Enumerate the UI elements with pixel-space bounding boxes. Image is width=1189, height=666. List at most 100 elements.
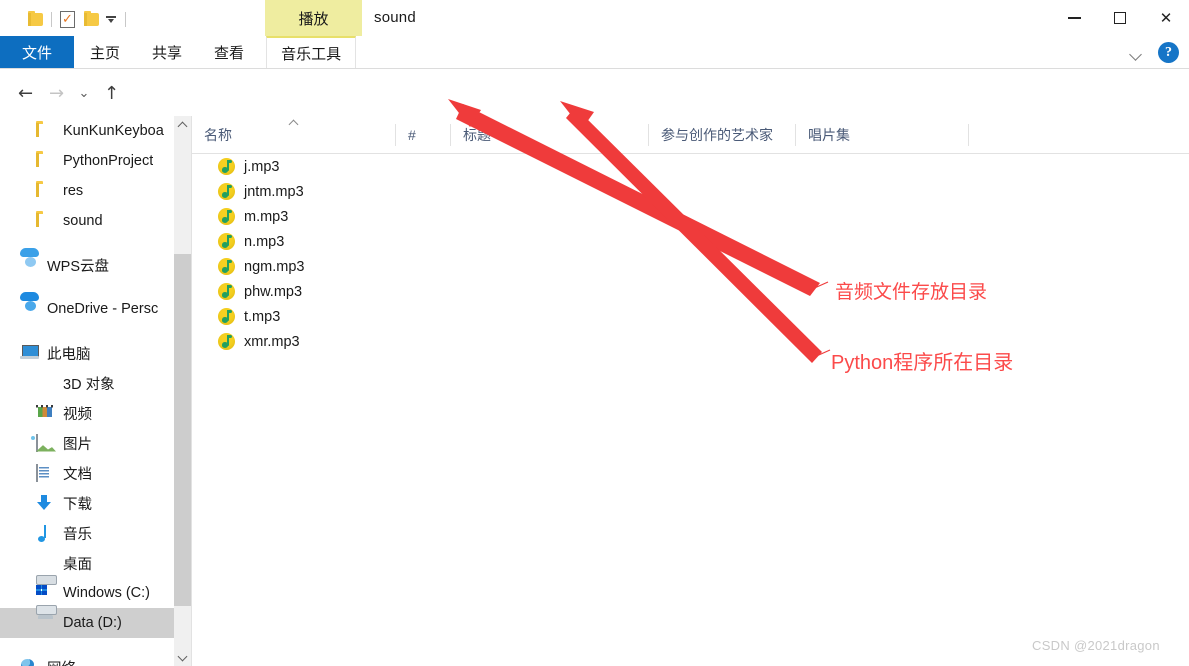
scrollbar-thumb[interactable] [174, 254, 191, 606]
sidebar-item-label: 视频 [63, 406, 92, 423]
table-row[interactable]: j.mp3 [192, 154, 1189, 179]
mp3-file-icon [218, 283, 235, 300]
watermark: CSDN @2021dragon [1032, 638, 1160, 653]
sidebar-item-this-pc[interactable]: 此电脑 [0, 338, 174, 368]
sidebar-item-sound[interactable]: sound [0, 206, 174, 236]
tab-share[interactable]: 共享 [136, 36, 198, 69]
sidebar-item-onedrive[interactable]: OneDrive - Persc [0, 294, 174, 324]
title-bar: ✓ 播放 sound ✕ [0, 0, 1189, 36]
file-name: jntm.mp3 [244, 183, 304, 200]
back-button[interactable]: ← [10, 80, 41, 106]
column-header-track-number[interactable]: # [396, 116, 450, 153]
mp3-file-icon [218, 183, 235, 200]
sidebar-item-label: Windows (C:) [63, 585, 151, 601]
table-row[interactable]: ngm.mp3 [192, 254, 1189, 279]
table-row[interactable]: phw.mp3 [192, 279, 1189, 304]
sidebar-item-videos[interactable]: 视频 [0, 398, 174, 428]
file-name: n.mp3 [244, 233, 285, 250]
mp3-file-icon [218, 308, 235, 325]
tab-view[interactable]: 查看 [198, 36, 260, 69]
column-header-title[interactable]: 标题 [451, 116, 648, 153]
sidebar-item-res[interactable]: res [0, 176, 174, 206]
documents-icon [36, 463, 54, 482]
folder-icon [36, 123, 54, 140]
table-row[interactable]: xmr.mp3 [192, 329, 1189, 354]
sidebar-item-label: 桌面 [63, 556, 92, 573]
annotation-label-python-dir: Python程序所在目录 [831, 352, 1014, 374]
expand-ribbon-icon[interactable] [1128, 45, 1144, 61]
sidebar-item-label: 下载 [63, 496, 92, 513]
sidebar-item-downloads[interactable]: 下载 [0, 488, 174, 518]
drive-icon [36, 615, 54, 632]
table-row[interactable]: n.mp3 [192, 229, 1189, 254]
file-explorer-window: ✓ 播放 sound ✕ 文件 主页 共享 查看 音乐工具 ? ← → ⌄ ↑ … [0, 0, 1189, 666]
file-name: j.mp3 [244, 158, 280, 175]
file-name: xmr.mp3 [244, 333, 300, 350]
navigation-buttons: ← → ⌄ ↑ [10, 80, 127, 106]
contextual-tab-group-label: 播放 [298, 10, 329, 28]
address-bar-row: ← → ⌄ ↑ « › github › Python-code › KunKu… [0, 69, 1189, 178]
column-label: 参与创作的艺术家 [661, 126, 773, 143]
customize-dropdown-icon[interactable] [105, 13, 117, 25]
mp3-file-icon [218, 333, 235, 350]
sidebar-item-label: Data (D:) [63, 615, 122, 631]
sidebar-item-desktop[interactable]: 桌面 [0, 548, 174, 578]
table-row[interactable]: t.mp3 [192, 304, 1189, 329]
sidebar-item-wps-cloud[interactable]: WPS云盘 [0, 250, 174, 280]
sidebar-item-3d-objects[interactable]: 3D 对象 [0, 368, 174, 398]
sidebar-item-pythonproject[interactable]: PythonProject [0, 146, 174, 176]
3d-objects-icon [36, 375, 54, 392]
column-divider[interactable] [968, 124, 969, 146]
tab-music-tools[interactable]: 音乐工具 [266, 36, 357, 69]
close-button[interactable]: ✕ [1143, 0, 1189, 36]
forward-button[interactable]: → [41, 80, 72, 106]
sidebar-item-label: 图片 [63, 436, 92, 453]
new-folder-icon[interactable] [84, 10, 99, 26]
column-header-contributing-artists[interactable]: 参与创作的艺术家 [649, 116, 795, 153]
sidebar-item-data-d[interactable]: Data (D:) [0, 608, 174, 638]
sidebar-item-documents[interactable]: 文档 [0, 458, 174, 488]
music-icon [36, 525, 54, 542]
minimize-button[interactable] [1051, 0, 1097, 36]
sidebar-item-label: OneDrive - Persc [47, 301, 159, 317]
recent-locations-button[interactable]: ⌄ [72, 80, 96, 106]
sidebar-item-windows-c[interactable]: Windows (C:) [0, 578, 174, 608]
file-name: m.mp3 [244, 208, 289, 225]
navigation-pane: KunKunKeyboa PythonProject res sound WPS… [0, 116, 174, 666]
scroll-up-button[interactable] [174, 116, 191, 133]
file-name: phw.mp3 [244, 283, 303, 300]
mp3-file-icon [218, 208, 235, 225]
sidebar-item-label: res [63, 183, 84, 199]
quick-access-toolbar: ✓ [28, 8, 134, 30]
help-icon[interactable]: ? [1158, 42, 1179, 63]
sidebar-item-label: KunKunKeyboa [63, 123, 164, 139]
ribbon-tabs: 文件 主页 共享 查看 音乐工具 ? [0, 36, 1189, 69]
maximize-button[interactable] [1097, 0, 1143, 36]
column-label: 唱片集 [808, 126, 850, 143]
table-row[interactable]: jntm.mp3 [192, 179, 1189, 204]
properties-icon[interactable]: ✓ [60, 10, 75, 28]
sidebar-item-label: sound [63, 213, 103, 229]
window-title: sound [374, 9, 416, 26]
sidebar-item-network[interactable]: 网络 [0, 652, 174, 666]
column-label: 名称 [204, 126, 232, 143]
sidebar-item-label: 音乐 [63, 526, 92, 543]
tab-file[interactable]: 文件 [0, 36, 75, 69]
sidebar-item-music[interactable]: 音乐 [0, 518, 174, 548]
desktop-icon [36, 555, 54, 572]
table-row[interactable]: m.mp3 [192, 204, 1189, 229]
navigation-pane-scrollbar[interactable] [174, 116, 191, 666]
sort-ascending-icon [290, 119, 301, 126]
tab-home[interactable]: 主页 [74, 36, 136, 69]
column-header-album[interactable]: 唱片集 [796, 116, 968, 153]
sidebar-item-label: 网络 [47, 657, 76, 666]
up-button[interactable]: ↑ [96, 80, 127, 106]
folder-icon[interactable] [28, 10, 43, 26]
mp3-file-icon [218, 258, 235, 275]
scroll-down-button[interactable] [174, 649, 191, 666]
sidebar-item-pictures[interactable]: 图片 [0, 428, 174, 458]
contextual-tab-group-title: 播放 [265, 0, 362, 36]
cloud-icon [20, 257, 38, 274]
sidebar-item-kunkunkeyboard[interactable]: KunKunKeyboa [0, 116, 174, 146]
mp3-file-icon [218, 233, 235, 250]
